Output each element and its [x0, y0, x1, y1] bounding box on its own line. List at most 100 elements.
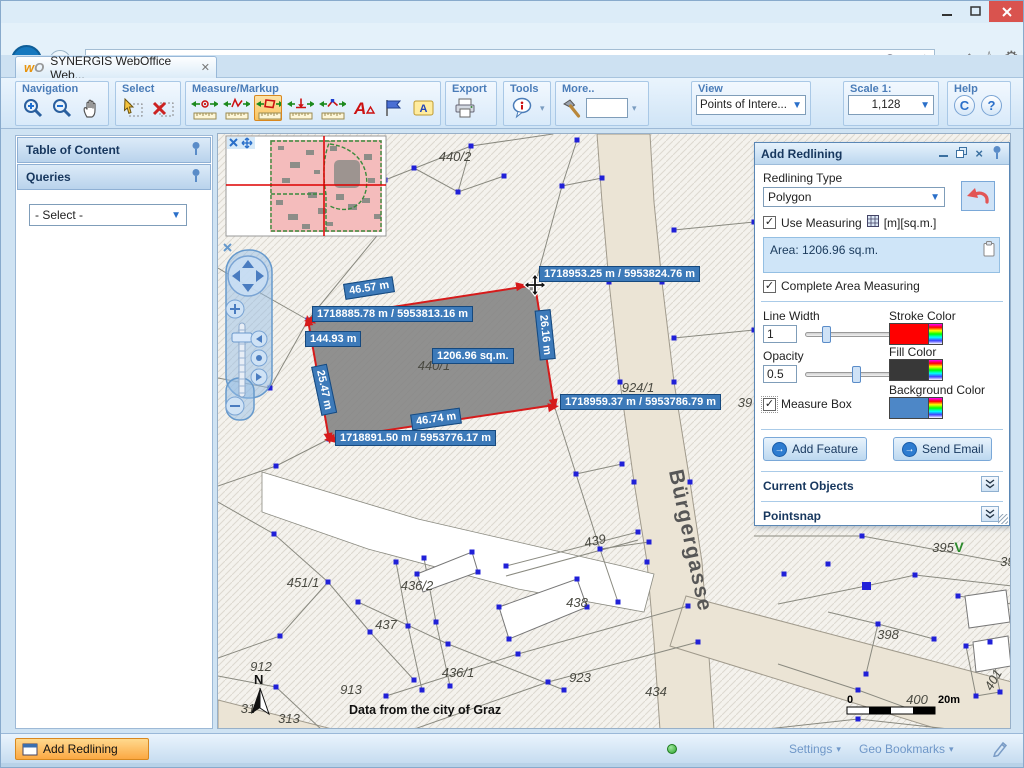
use-measuring-label: Use Measuring — [781, 216, 862, 230]
complete-area-row[interactable]: ✓ Complete Area Measuring — [763, 279, 920, 293]
pin-icon[interactable] — [190, 141, 202, 159]
svg-text:N: N — [254, 672, 263, 687]
line-width-label: Line Width — [763, 309, 820, 323]
overview-map[interactable] — [226, 136, 386, 236]
use-measuring-row[interactable]: ✓ Use Measuring [m][sq.m.] — [763, 215, 936, 230]
panel-restore-icon[interactable] — [956, 147, 967, 161]
measure-perpendicular-icon[interactable] — [286, 95, 314, 121]
background-color-picker-icon[interactable] — [929, 397, 943, 419]
panel-title-bar[interactable]: Add Redlining × — [755, 143, 1009, 165]
panel-close-icon[interactable]: × — [975, 146, 983, 161]
add-redlining-window-button[interactable]: Add Redlining — [15, 738, 149, 760]
maximize-button[interactable] — [961, 1, 989, 22]
measure-box-label: Measure Box — [781, 397, 852, 411]
navigation-group-label: Navigation — [16, 82, 108, 95]
main-toolbar: Navigation Select Measure/Markup — [1, 78, 1024, 129]
clipboard-icon[interactable] — [983, 241, 995, 260]
background-color-label: Background Color — [889, 383, 985, 397]
svg-text:438: 438 — [566, 595, 588, 610]
line-width-input[interactable] — [763, 325, 797, 343]
map-attribution: Data from the city of Graz — [349, 703, 501, 717]
tools-dropdown-caret[interactable]: ▾ — [540, 103, 545, 114]
svg-text:400: 400 — [906, 692, 928, 707]
queries-label: Queries — [26, 170, 71, 184]
svg-text:434: 434 — [645, 684, 667, 699]
svg-text:395: 395 — [932, 540, 954, 555]
bottom-taskbar: Add Redlining Settings▾ Geo Bookmarks▾ — [1, 733, 1024, 763]
stroke-color-label: Stroke Color — [889, 309, 956, 323]
add-feature-button[interactable]: → Add Feature — [763, 437, 867, 461]
measure-box-row[interactable]: ✓ Measure Box — [763, 397, 852, 411]
edit-pen-icon[interactable] — [991, 739, 1009, 757]
add-redlining-panel: Add Redlining × Redlining Type Polygon▼ … — [754, 142, 1010, 526]
help-button[interactable]: ? — [981, 95, 1002, 116]
current-objects-expand-button[interactable] — [981, 476, 999, 492]
calculator-icon[interactable] — [867, 215, 879, 230]
pan-hand-icon[interactable] — [79, 95, 104, 121]
background-color-swatch[interactable] — [889, 397, 929, 419]
clear-selection-icon[interactable] — [150, 95, 176, 121]
svg-text:437: 437 — [375, 617, 397, 632]
flag-markup-icon[interactable] — [380, 95, 406, 121]
use-measuring-checkbox[interactable]: ✓ — [763, 216, 776, 229]
zoom-in-icon[interactable] — [20, 95, 45, 121]
complete-area-checkbox[interactable]: ✓ — [763, 280, 776, 293]
text-markup-icon[interactable]: A — [350, 95, 376, 121]
sidebar-item-queries[interactable]: Queries — [17, 164, 211, 190]
stroke-color-swatch[interactable] — [889, 323, 929, 345]
address-bar: wO http://w-lap-wintner/WebOffice/synser… — [1, 23, 1024, 55]
toolbar-group-select: Select — [115, 81, 181, 126]
toolbar-group-measure-markup: Measure/Markup A A — [185, 81, 441, 126]
close-button[interactable] — [989, 1, 1024, 22]
redlining-type-select[interactable]: Polygon▼ — [763, 187, 945, 207]
more-dropdown-caret[interactable]: ▾ — [632, 103, 637, 114]
panel-resize-grip[interactable] — [998, 514, 1008, 524]
browser-tab[interactable]: wO SYNERGIS WebOffice Web... ✕ — [15, 56, 217, 78]
zoom-slider-handle[interactable] — [232, 333, 252, 342]
maptip-balloon-icon[interactable] — [508, 95, 536, 121]
svg-text:436/1: 436/1 — [442, 665, 475, 680]
geo-bookmarks-menu[interactable]: Geo Bookmarks▾ — [859, 742, 954, 756]
title-bar — [1, 1, 1024, 23]
opacity-input[interactable] — [763, 365, 797, 383]
toolbar-group-tools: Tools ▾ — [503, 81, 551, 126]
go-arrow-icon: → — [772, 442, 787, 457]
hammer-tool-icon[interactable] — [560, 95, 582, 121]
minimize-button[interactable] — [933, 1, 961, 22]
opacity-slider[interactable] — [805, 372, 893, 377]
window-icon — [22, 742, 38, 756]
fill-color-swatch[interactable] — [889, 359, 929, 381]
send-email-button[interactable]: → Send Email — [893, 437, 992, 461]
panel-pin-icon[interactable] — [991, 145, 1003, 163]
stroke-color-picker-icon[interactable] — [929, 323, 943, 345]
map-viewport: 440/2440/1924/139451/1437436/2438439436/… — [217, 133, 1011, 729]
query-select[interactable]: - Select -▼ — [29, 204, 187, 226]
settings-menu[interactable]: Settings▾ — [789, 742, 841, 756]
measure-edit-icon[interactable] — [318, 95, 346, 121]
more-tools-input[interactable] — [586, 98, 628, 118]
label-markup-icon[interactable]: A — [410, 95, 436, 121]
svg-text:399: 399 — [1000, 554, 1011, 569]
measure-polygon-icon[interactable] — [254, 95, 282, 121]
undo-button[interactable] — [961, 181, 995, 211]
print-icon[interactable] — [450, 95, 478, 121]
svg-text:398: 398 — [877, 627, 899, 642]
select-features-icon[interactable] — [120, 95, 146, 121]
tab-close-icon[interactable]: ✕ — [201, 61, 210, 74]
panel-minimize-icon[interactable] — [939, 147, 948, 161]
sidebar-item-table-of-content[interactable]: Table of Content — [17, 137, 211, 163]
line-width-slider[interactable] — [805, 332, 893, 337]
toolbar-group-more: More.. ▾ — [555, 81, 649, 126]
measure-box-checkbox[interactable]: ✓ — [763, 398, 776, 411]
pointsnap-expand-button[interactable] — [981, 506, 999, 522]
pin-icon[interactable] — [190, 168, 202, 186]
measure-coordinate-icon[interactable] — [190, 95, 218, 121]
zoom-out-icon[interactable] — [49, 95, 74, 121]
context-help-button[interactable]: C — [954, 95, 975, 116]
measure-line-icon[interactable] — [222, 95, 250, 121]
view-select[interactable]: Points of Intere...▼ — [696, 95, 806, 115]
scale-select[interactable]: 1,128▼ — [848, 95, 934, 115]
fill-color-picker-icon[interactable] — [929, 359, 943, 381]
svg-text:913: 913 — [340, 682, 362, 697]
svg-text:440/1: 440/1 — [418, 358, 451, 373]
